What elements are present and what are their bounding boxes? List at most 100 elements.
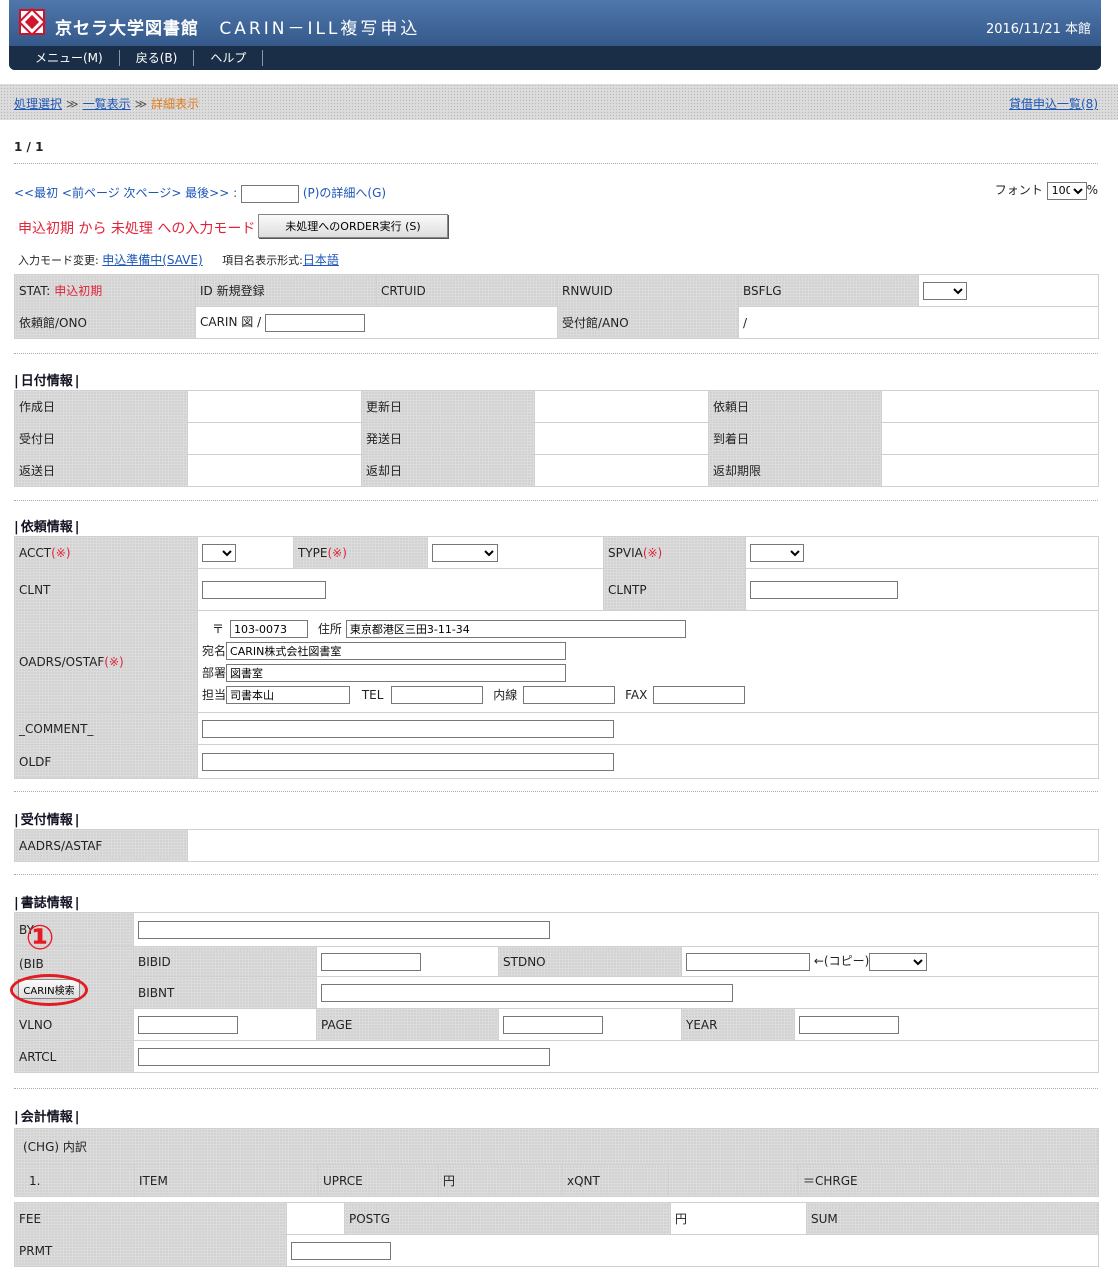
ono-input[interactable] [264,313,365,332]
item-label: ITEM [134,1164,319,1197]
request-info-title-text: 依頼情報 [20,520,73,535]
biblio-info-title: 書誌情報 [14,892,80,911]
artcl-label: ARTCL [14,1040,134,1073]
oldf-label: OLDF [14,744,198,779]
updated-date-label: 更新日 [361,390,535,423]
postal-code-input[interactable] [230,620,309,638]
address-input[interactable] [345,619,686,638]
menu-item-menu[interactable]: メニュー(M) [19,50,120,66]
oadrs-label: OADRS/OSTAF [19,654,105,669]
loan-request-list-link[interactable]: 貸借申込一覧(8) [1009,95,1098,112]
created-date-value [187,390,362,423]
divider [14,874,1098,875]
comment-input[interactable] [202,719,614,738]
page-number-input[interactable] [240,184,299,203]
prmt-input[interactable] [291,1241,391,1260]
page-label: PAGE [316,1008,499,1041]
order-execute-button[interactable]: 未処理へのORDER実行 (S) [258,214,448,238]
comment-cell [197,712,1099,745]
bibid-input[interactable] [321,952,421,971]
department-input[interactable] [226,663,567,682]
oldf-cell [197,744,1099,779]
artcl-cell [132,1040,1100,1073]
copy-label: ←(コピー) [813,954,870,969]
menu-item-back[interactable]: 戻る(B) [120,50,195,66]
updated-date-value [534,390,709,423]
mode-change-link[interactable]: 申込準備中(SAVE) [102,253,202,267]
mode-change-row: 入力モード変更: 申込準備中(SAVE) 項目名表示形式:日本語 [18,251,339,268]
return-date-label: 返却日 [361,454,535,487]
request-date-value [881,390,1099,423]
app-name: CARIN－ILL複写申込 [219,19,421,39]
date-info-title: 日付情報 [14,370,80,389]
accept-info-title-text: 受付情報 [20,813,73,828]
stdno-input[interactable] [686,952,810,971]
spvia-select[interactable] [750,543,804,562]
bibnt-input[interactable] [321,983,733,1002]
divider [14,791,1098,792]
year-input[interactable] [799,1015,899,1034]
arrival-date-label: 到着日 [708,422,882,455]
return-date-value [534,454,709,487]
page-nav-links[interactable]: <<最初 <前ページ 次ページ> 最後>> : [14,186,237,200]
year-label: YEAR [681,1008,795,1041]
display-format-link[interactable]: 日本語 [303,253,339,267]
prmt-cell [286,1234,1099,1267]
acct-select[interactable] [202,543,236,562]
clnt-input[interactable] [202,580,326,599]
page-input[interactable] [503,1015,603,1034]
font-label: フォント [994,183,1043,197]
staff-input[interactable] [226,685,351,704]
ano-value: / [738,306,1099,339]
oldf-input[interactable] [202,752,614,771]
by-cell [132,912,1100,947]
bib-label: (BIB [19,957,44,971]
tel-input[interactable] [391,686,484,704]
breadcrumb-process-select[interactable]: 処理選択 [14,97,62,111]
breadcrumb-bar: 処理選択 ≫ 一覧表示 ≫ 詳細表示 貸借申込一覧(8) [0,84,1118,120]
vlno-input[interactable] [138,1015,238,1034]
created-date-label: 作成日 [14,390,188,423]
bibid-label: BIBID [133,946,317,977]
input-mode-text: 申込初期 から 未処理 への入力モード [18,221,256,237]
bsflg-cell [918,274,1099,307]
oadrs-label-cell: OADRS/OSTAF(※) [14,610,198,713]
send-back-date-value [187,454,362,487]
extension-label: 内線 [493,687,518,702]
qnt-label: xQNT [562,1164,669,1197]
account-info-title-text: 会計情報 [20,1110,73,1125]
copy-select[interactable] [869,952,928,971]
type-label-cell: TYPE(※) [293,536,428,569]
spvia-label-cell: SPVIA(※) [603,536,746,569]
font-size-select[interactable]: 100 [1046,181,1087,200]
uprce-yen: 円 [438,1164,563,1197]
ship-date-label: 発送日 [361,422,535,455]
recipient-input[interactable] [226,641,567,660]
extension-input[interactable] [523,686,616,704]
type-select[interactable] [432,543,498,562]
chg-label: (CHG) 内訳 [14,1128,1099,1165]
type-label: TYPE [298,545,328,560]
accept-date-value [187,422,362,455]
fax-input[interactable] [653,686,746,704]
staff-label: 担当 [202,687,227,702]
vlno-cell [133,1008,317,1041]
charge-table: (CHG) 内訳 1. ITEM UPRCE 円 xQNT ＝CHRGE [14,1128,1099,1197]
chrge-label: ＝CHRGE [798,1164,1099,1197]
menu-item-help[interactable]: ヘルプ [194,50,264,66]
divider [14,1088,1098,1089]
postg-label: POSTG [344,1202,671,1235]
fee-table: FEE POSTG 円 SUM PRMT [14,1202,1099,1267]
oadrs-cell: 〒 住所 宛名 部署 担当 TEL 内線 FAX [197,610,1099,713]
accept-info-title: 受付情報 [14,809,80,828]
mode-change-label: 入力モード変更: [18,254,99,267]
bsflg-select[interactable] [923,281,967,300]
recipient-label: 宛名 [202,643,227,658]
artcl-input[interactable] [138,1047,550,1066]
by-input[interactable] [138,920,550,939]
breadcrumb-list[interactable]: 一覧表示 [83,97,131,111]
callout-number-1: ① [25,918,55,958]
goto-detail-link[interactable]: (P)の詳細へ(G) [303,186,386,200]
stdno-cell: ←(コピー) [680,946,1100,977]
clntp-input[interactable] [750,580,898,599]
